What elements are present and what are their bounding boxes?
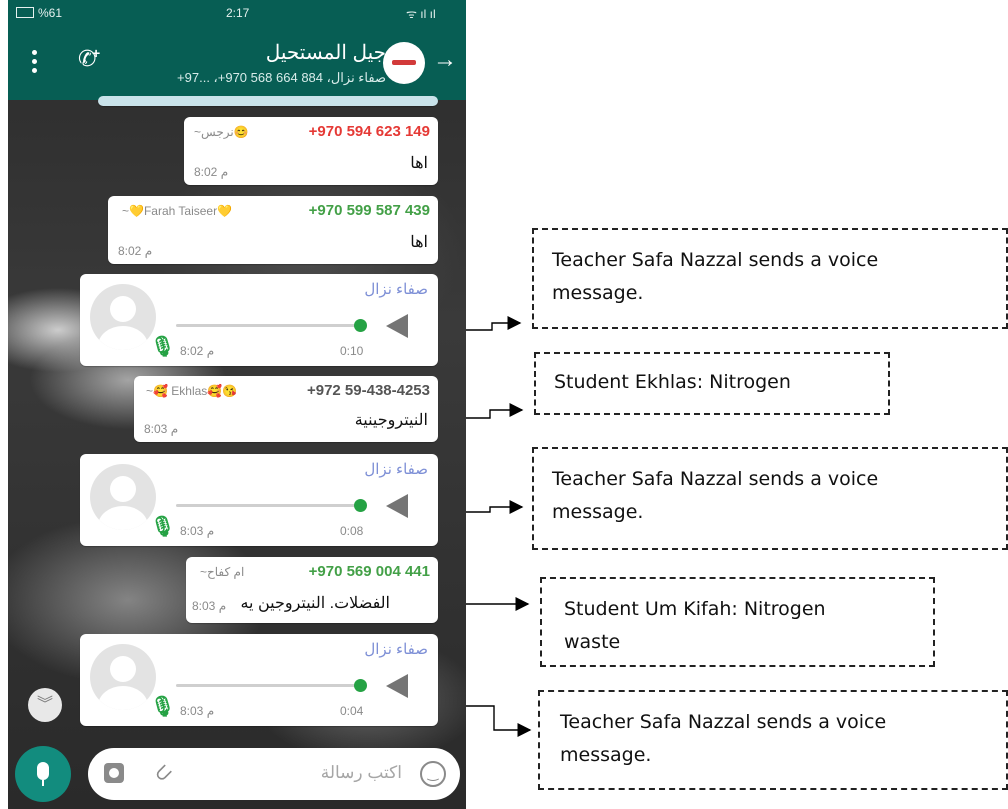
play-icon[interactable] — [386, 674, 408, 698]
annotation-line: Teacher Safa Nazzal sends a voice — [552, 468, 879, 490]
annotation-box: Teacher Safa Nazzal sends a voice messag… — [532, 228, 1008, 329]
mic-icon: 🎙 — [150, 516, 176, 538]
camera-icon[interactable] — [104, 763, 124, 783]
progress-handle[interactable] — [354, 499, 367, 512]
participants[interactable]: صفاء نزال، 884 664 568 970+، ...97+ — [177, 70, 386, 86]
connector-arrow — [466, 705, 532, 737]
connector-arrow — [466, 403, 524, 419]
scroll-down-button[interactable]: ︾ — [28, 688, 62, 722]
annotation-line: message. — [560, 744, 652, 766]
message-time: 8:02 م — [180, 344, 215, 358]
voice-duration: 0:08 — [340, 524, 364, 538]
progress-handle[interactable] — [354, 319, 367, 332]
voice-message[interactable]: 🎙 صفاء نزال 8:02 م 0:10 — [80, 274, 438, 366]
mic-icon — [37, 762, 49, 780]
battery-level: %61 — [38, 6, 63, 20]
annotation-line: waste — [564, 631, 621, 653]
whatsapp-screenshot: %61 2:17 ᯤ ıl ıl ✆ + جيل المستحيل صفاء نز… — [8, 0, 466, 809]
voice-sender: صفاء نزال — [364, 641, 428, 658]
message-bubble[interactable]: +970 569 004 441 ~ام كفاح الفضلات. النيت… — [186, 557, 438, 623]
menu-icon[interactable] — [32, 50, 37, 74]
message-bubble[interactable]: +970 594 623 149 ~نرجس😊 اها 8:02 م — [184, 117, 438, 185]
annotation-box: Student Um Kifah: Nitrogen waste — [540, 577, 935, 667]
signal-icon: ᯤ ıl ıl — [406, 7, 436, 21]
group-logo — [392, 60, 416, 65]
message-time: 8:03 م — [144, 422, 179, 436]
message-time: 8:03 م — [192, 599, 227, 613]
sender-alias: ~🥰 Ekhlas🥰😘 — [146, 384, 238, 398]
play-icon[interactable] — [386, 494, 408, 518]
connector-arrow — [466, 316, 522, 331]
play-icon[interactable] — [386, 314, 408, 338]
message-input-bar[interactable]: ⊂ اكتب رسالة ‿ — [88, 748, 460, 800]
message-time: 8:02 م — [194, 165, 229, 179]
voice-duration: 0:04 — [340, 704, 364, 718]
message-text: اها — [410, 234, 428, 251]
add-call-icon[interactable]: ✆ + — [78, 45, 104, 72]
message-time: 8:03 م — [180, 524, 215, 538]
voice-duration: 0:10 — [340, 344, 364, 358]
progress-track — [176, 504, 360, 507]
message-time: 8:02 م — [118, 244, 153, 258]
connector-arrow — [466, 500, 524, 514]
annotation-line: Teacher Safa Nazzal sends a voice — [560, 711, 887, 733]
group-avatar[interactable] — [383, 42, 425, 84]
progress-track — [176, 684, 360, 687]
annotation-box: Teacher Safa Nazzal sends a voice messag… — [532, 447, 1008, 550]
avatar — [90, 284, 156, 350]
message-input[interactable]: اكتب رسالة — [321, 763, 402, 783]
message-time: 8:03 م — [180, 704, 215, 718]
status-bar: %61 2:17 ᯤ ıl ıl — [8, 0, 466, 26]
sender-alias: ~نرجس😊 — [194, 125, 249, 139]
voice-message[interactable]: 🎙 صفاء نزال 8:03 م 0:08 — [80, 454, 438, 546]
sender-phone: +970 599 587 439 — [308, 202, 430, 219]
message-bubble[interactable]: +970 599 587 439 ~💛Farah Taiseer💛 اها 8:… — [108, 196, 438, 264]
annotation-box: Student Ekhlas: Nitrogen — [534, 352, 890, 415]
back-arrow-icon[interactable]: → — [433, 46, 457, 74]
battery-icon — [16, 7, 34, 18]
message-text: اها — [410, 155, 428, 172]
mic-button[interactable] — [15, 746, 71, 802]
time: 2:17 — [226, 6, 250, 20]
sender-phone: +972 59-438-4253 — [306, 382, 430, 399]
mic-icon: 🎙 — [150, 336, 176, 358]
attach-icon[interactable]: ⊂ — [148, 757, 179, 788]
group-name[interactable]: جيل المستحيل — [266, 40, 386, 65]
mic-icon: 🎙 — [150, 696, 176, 718]
chat-header: ✆ + جيل المستحيل صفاء نزال، 884 664 568 9… — [8, 26, 466, 100]
emoji-icon[interactable]: ‿ — [420, 761, 446, 787]
partial-bubble — [98, 96, 438, 106]
progress-track — [176, 324, 360, 327]
voice-sender: صفاء نزال — [364, 281, 428, 298]
annotation-line: Student Um Kifah: Nitrogen — [564, 598, 826, 620]
sender-phone: +970 569 004 441 — [308, 563, 430, 580]
annotation-line: message. — [552, 282, 644, 304]
sender-phone: +970 594 623 149 — [308, 123, 430, 140]
voice-sender: صفاء نزال — [364, 461, 428, 478]
annotation-line: Teacher Safa Nazzal sends a voice — [552, 249, 879, 271]
annotation-box: Teacher Safa Nazzal sends a voice messag… — [538, 690, 1008, 790]
avatar — [90, 464, 156, 530]
message-text: النيتروجينية — [354, 412, 428, 429]
annotation-line: Student Ekhlas: Nitrogen — [554, 371, 791, 393]
annotation-line: message. — [552, 501, 644, 523]
progress-handle[interactable] — [354, 679, 367, 692]
message-bubble[interactable]: +972 59-438-4253 ~🥰 Ekhlas🥰😘 النيتروجيني… — [134, 376, 438, 442]
message-text: الفضلات. النيتروجين يه — [240, 595, 390, 612]
sender-alias: ~💛Farah Taiseer💛 — [122, 204, 233, 218]
sender-alias: ~ام كفاح — [200, 565, 245, 579]
double-chevron-down-icon: ︾ — [36, 696, 53, 713]
avatar — [90, 644, 156, 710]
voice-message[interactable]: 🎙 صفاء نزال 8:03 م 0:04 — [80, 634, 438, 726]
